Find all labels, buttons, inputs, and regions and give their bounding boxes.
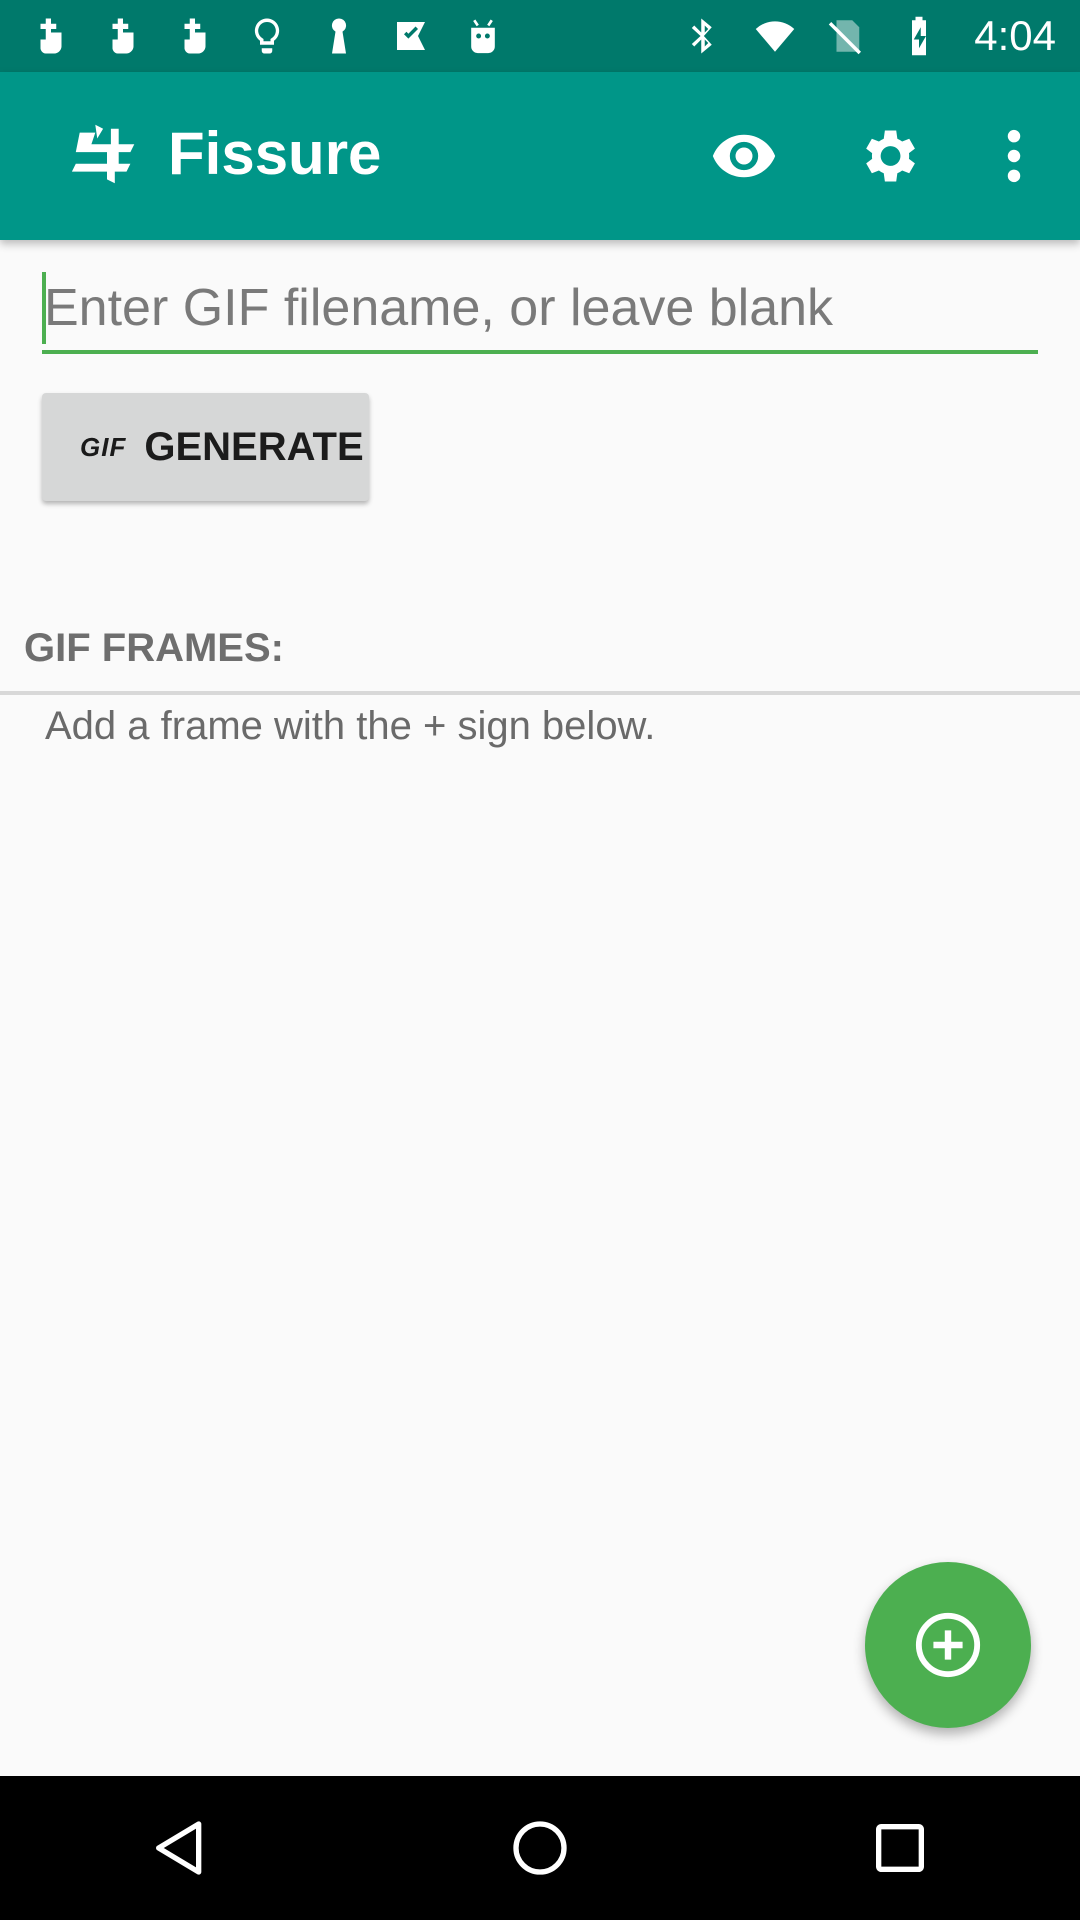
app-title: Fissure — [168, 120, 382, 187]
more-vert-icon[interactable] — [978, 120, 1050, 192]
frames-heading: GIF FRAMES: — [24, 626, 284, 670]
touch-icon — [172, 13, 218, 59]
notification-icons — [28, 13, 506, 59]
clock: 4:04 — [974, 12, 1056, 59]
gif-filename-input[interactable] — [42, 264, 1038, 352]
generate-button[interactable]: GIF GENERATE — [42, 393, 369, 501]
app-logo-icon — [68, 120, 146, 192]
touch-icon — [100, 13, 146, 59]
filename-field — [42, 264, 1038, 356]
wifi-icon — [752, 13, 798, 59]
back-icon[interactable] — [130, 1798, 230, 1898]
bluetooth-icon — [680, 13, 726, 59]
status-bar: 4:04 — [0, 0, 1080, 72]
gif-icon: GIF — [80, 431, 127, 462]
home-icon[interactable] — [490, 1798, 590, 1898]
touch-icon — [28, 13, 74, 59]
app-bar: Fissure — [0, 72, 1080, 240]
no-sim-icon — [824, 13, 870, 59]
battery-charging-icon — [896, 13, 942, 59]
frames-divider — [0, 691, 1080, 695]
input-underline — [42, 350, 1038, 354]
android-icon — [460, 13, 506, 59]
check-flag-icon — [388, 13, 434, 59]
recents-icon[interactable] — [850, 1798, 950, 1898]
text-cursor — [42, 272, 46, 344]
keyhole-icon — [316, 13, 362, 59]
system-icons: 4:04 — [680, 12, 1056, 60]
empty-frames-hint: Add a frame with the + sign below. — [45, 704, 656, 748]
lightbulb-icon — [244, 13, 290, 59]
add-frame-button[interactable] — [865, 1562, 1031, 1728]
add-circle-icon — [915, 1612, 981, 1678]
generate-button-label: GENERATE — [144, 424, 364, 469]
eye-icon[interactable] — [708, 120, 780, 192]
navigation-bar — [0, 1776, 1080, 1920]
gear-icon[interactable] — [852, 120, 924, 192]
